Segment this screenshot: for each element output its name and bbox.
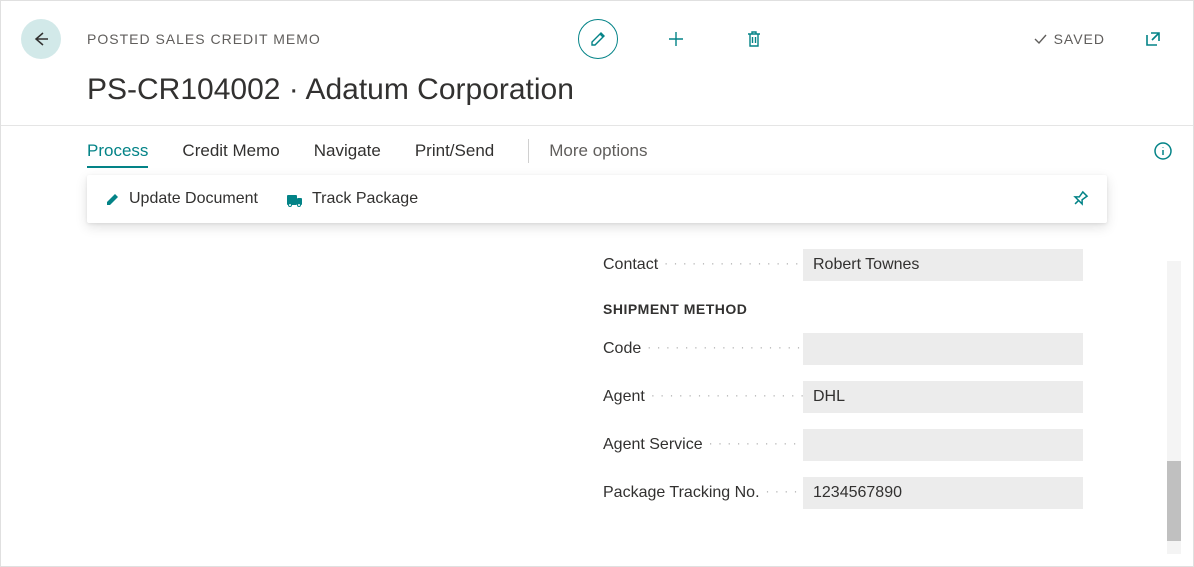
pencil-icon bbox=[589, 30, 607, 48]
pencil-small-icon bbox=[105, 191, 121, 207]
popout-button[interactable] bbox=[1133, 19, 1173, 59]
tab-navigate[interactable]: Navigate bbox=[314, 126, 381, 176]
content-area: Contact Robert Townes SHIPMENT METHOD Co… bbox=[1, 223, 1193, 517]
track-package-label: Track Package bbox=[312, 190, 418, 208]
info-button[interactable] bbox=[1153, 141, 1173, 161]
field-agent-service: Agent Service bbox=[603, 421, 1083, 469]
field-label-code: Code bbox=[603, 340, 803, 358]
section-shipment-method: SHIPMENT METHOD bbox=[603, 289, 1083, 325]
edit-button[interactable] bbox=[578, 19, 618, 59]
field-label-tracking: Package Tracking No. bbox=[603, 484, 803, 502]
field-agent: Agent DHL bbox=[603, 373, 1083, 421]
update-document-label: Update Document bbox=[129, 190, 258, 208]
saved-label: SAVED bbox=[1054, 31, 1105, 47]
tab-process[interactable]: Process bbox=[87, 126, 148, 176]
check-icon bbox=[1032, 31, 1048, 47]
tab-row: Process Credit Memo Navigate Print/Send … bbox=[1, 125, 1193, 175]
track-package-action[interactable]: Track Package bbox=[286, 190, 418, 208]
scrollbar-thumb[interactable] bbox=[1167, 461, 1181, 541]
field-label-contact: Contact bbox=[603, 256, 803, 274]
field-value-agent-service[interactable] bbox=[803, 429, 1083, 461]
field-package-tracking-no: Package Tracking No. 1234567890 bbox=[603, 469, 1083, 517]
breadcrumb: POSTED SALES CREDIT MEMO bbox=[87, 31, 321, 47]
pin-icon bbox=[1071, 190, 1089, 208]
field-value-contact[interactable]: Robert Townes bbox=[803, 249, 1083, 281]
page-title: PS-CR104002 · Adatum Corporation bbox=[1, 69, 1193, 125]
tab-divider bbox=[528, 139, 529, 163]
field-value-agent[interactable]: DHL bbox=[803, 381, 1083, 413]
info-icon bbox=[1153, 141, 1173, 161]
field-label-agent: Agent bbox=[603, 388, 803, 406]
field-contact: Contact Robert Townes bbox=[603, 241, 1083, 289]
back-button[interactable] bbox=[21, 19, 61, 59]
trash-icon bbox=[745, 29, 763, 49]
update-document-action[interactable]: Update Document bbox=[105, 190, 258, 208]
arrow-left-icon bbox=[31, 29, 51, 49]
new-button[interactable] bbox=[656, 19, 696, 59]
pin-button[interactable] bbox=[1071, 190, 1089, 208]
action-bar: Update Document Track Package bbox=[87, 175, 1107, 223]
field-label-agent-service: Agent Service bbox=[603, 436, 803, 454]
popout-icon bbox=[1143, 29, 1163, 49]
field-code: Code bbox=[603, 325, 1083, 373]
fields-column: Contact Robert Townes SHIPMENT METHOD Co… bbox=[603, 223, 1083, 517]
plus-icon bbox=[666, 29, 686, 49]
field-value-tracking[interactable]: 1234567890 bbox=[803, 477, 1083, 509]
field-value-code[interactable] bbox=[803, 333, 1083, 365]
saved-status: SAVED bbox=[1032, 31, 1105, 47]
tab-print-send[interactable]: Print/Send bbox=[415, 126, 494, 176]
header-row: POSTED SALES CREDIT MEMO SAVED bbox=[1, 1, 1193, 69]
delete-button[interactable] bbox=[734, 19, 774, 59]
more-options[interactable]: More options bbox=[549, 141, 647, 161]
package-icon bbox=[286, 191, 304, 207]
tab-credit-memo[interactable]: Credit Memo bbox=[182, 126, 279, 176]
